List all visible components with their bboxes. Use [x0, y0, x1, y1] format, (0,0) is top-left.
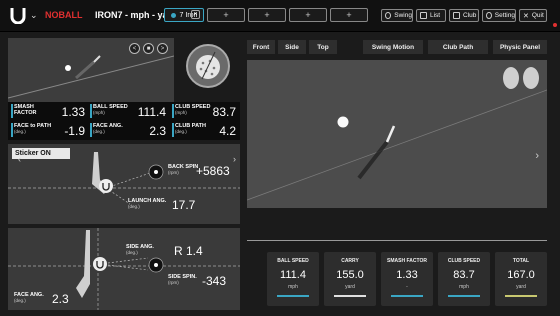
club-speed-stat: CLUB SPEED (mph) 83.7: [172, 103, 240, 120]
active-dot-icon: [170, 12, 176, 18]
ball-status: NOBALL: [45, 10, 83, 20]
club-path-stat: CLUB PATH (deg.) 4.2: [172, 122, 240, 139]
stop-button[interactable]: ■: [143, 43, 154, 54]
next-arrow-icon[interactable]: ›: [535, 150, 539, 162]
add-club-tab[interactable]: +: [330, 8, 368, 22]
accent-bar: [505, 295, 537, 297]
face-angle-stat: FACE ANG. (deg.) 2.3: [90, 122, 170, 139]
close-icon: ✕: [523, 12, 529, 20]
club-tab-7-iron[interactable]: 7 Iron ×: [164, 8, 204, 22]
main-camera-view: ›: [247, 60, 547, 208]
prev-arrow-icon[interactable]: ‹: [18, 154, 21, 164]
quit-button[interactable]: ✕ Quit: [519, 9, 547, 22]
tab-physic-panel[interactable]: Physic Panel: [493, 40, 547, 54]
result-card-total: TOTAL 167.0 yard: [495, 252, 547, 306]
result-card-carry: CARRY 155.0 yard: [324, 252, 376, 306]
tab-swing-motion[interactable]: Swing Motion: [363, 40, 423, 54]
result-card-ball-speed: BALL SPEED 111.4 mph: [267, 252, 319, 306]
swing-button[interactable]: Swing: [381, 9, 413, 22]
top-bar: ⌄ NOBALL IRON7 - mph - yard 7 Iron × + +…: [0, 0, 560, 32]
divider: [247, 240, 547, 241]
back-spin-value: +5863: [196, 164, 230, 178]
accent-bar: [334, 295, 366, 297]
side-spin-value: -343: [202, 274, 227, 288]
result-card-club-speed: CLUB SPEED 83.7 mph: [438, 252, 490, 306]
notification-dot: [553, 23, 557, 27]
ball-closeup-image: [186, 44, 230, 88]
camera-nav: < ■ >: [129, 43, 168, 54]
accent-bar: [391, 295, 423, 297]
smash-factor-stat: SMASH FACTOR 1.33: [11, 103, 89, 120]
prev-button[interactable]: <: [129, 43, 140, 54]
next-arrow-icon[interactable]: ›: [233, 154, 236, 164]
accent-bar: [277, 295, 309, 297]
launch-angle-value: 17.7: [172, 198, 196, 212]
side-face-angle-value: 2.3: [52, 292, 69, 306]
shot-stats-grid: SMASH FACTOR 1.33 BALL SPEED (mph) 111.4 C…: [8, 102, 240, 140]
setting-button[interactable]: Setting: [482, 9, 516, 22]
list-button[interactable]: List: [416, 9, 446, 22]
spin-launch-panel: Sticker ON ‹ › BACK SPIN (rpm) +5863 LAU…: [8, 144, 240, 224]
tab-top[interactable]: Top: [309, 40, 337, 54]
side-angle-panel: SIDE ANG. (deg.) R 1.4 SIDE SPIN. (rpm) …: [8, 228, 240, 310]
club-button[interactable]: Club: [449, 9, 479, 22]
club-icon: [453, 12, 460, 19]
swing-icon: [385, 12, 392, 19]
ball-speed-stat: BALL SPEED (mph) 111.4: [90, 103, 170, 120]
next-button[interactable]: >: [157, 43, 168, 54]
side-angle-value: R 1.4: [174, 244, 203, 258]
impact-camera-view: < ■ >: [8, 38, 174, 102]
result-card-smash-factor: SMASH FACTOR 1.33 -: [381, 252, 433, 306]
face-to-path-stat: FACE to PATH (deg.) -1.9: [11, 122, 89, 139]
tab-front[interactable]: Front: [247, 40, 275, 54]
main-camera-image: [247, 60, 547, 208]
add-club-tab[interactable]: +: [207, 8, 245, 22]
gear-icon: [486, 12, 492, 19]
chevron-down-icon[interactable]: ⌄: [30, 10, 38, 21]
close-icon[interactable]: ×: [191, 10, 200, 19]
add-club-tab[interactable]: +: [248, 8, 286, 22]
add-club-tab[interactable]: +: [289, 8, 327, 22]
list-icon: [420, 12, 427, 19]
tab-club-path[interactable]: Club Path: [428, 40, 488, 54]
tab-side[interactable]: Side: [278, 40, 306, 54]
accent-bar: [448, 295, 480, 297]
logo-icon: [10, 8, 26, 24]
